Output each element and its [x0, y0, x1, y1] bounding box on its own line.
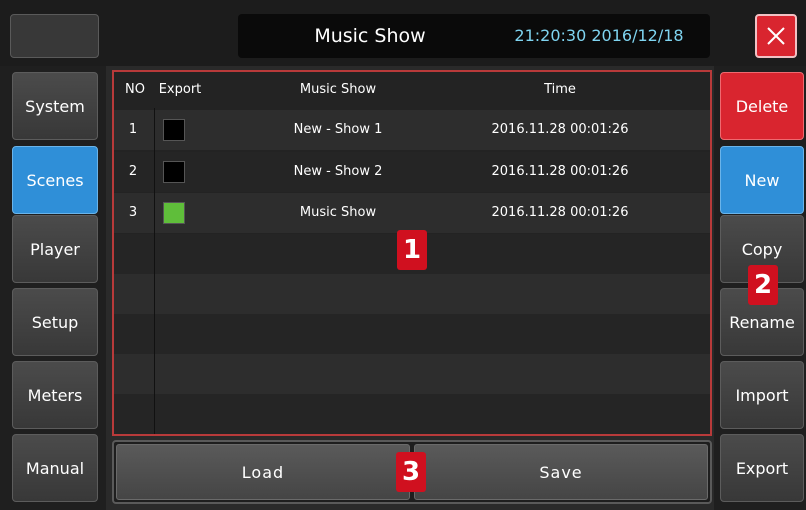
nav-label: Meters	[27, 385, 83, 405]
new-button[interactable]: New	[720, 146, 804, 214]
nav-manual[interactable]: Manual	[12, 434, 98, 502]
table-row-empty[interactable]	[114, 274, 710, 314]
action-label: Delete	[735, 96, 789, 116]
row-no: 2	[128, 164, 138, 179]
nav-system[interactable]: System	[12, 72, 98, 140]
close-button[interactable]	[755, 14, 797, 58]
close-icon	[767, 27, 785, 45]
action-label: Copy	[741, 239, 783, 259]
nav-label: System	[25, 96, 85, 116]
callout-badge-1: 1	[397, 230, 427, 270]
nav-label: Manual	[25, 458, 85, 478]
save-label: Save	[539, 462, 583, 482]
callout-badge-3: 3	[396, 452, 426, 492]
load-label: Load	[241, 462, 285, 482]
row-time: 2016.11.28 00:01:26	[491, 205, 629, 220]
column-header-no: NO	[125, 82, 145, 97]
page-title: Music Show	[314, 25, 426, 47]
column-header-time: Time	[544, 82, 576, 97]
nav-setup[interactable]: Setup	[12, 288, 98, 356]
action-label: Rename	[729, 312, 795, 332]
action-label: Export	[735, 458, 789, 478]
import-button[interactable]: Import	[720, 361, 804, 429]
action-label: New	[744, 170, 780, 190]
nav-label: Player	[30, 239, 80, 259]
action-label: Import	[735, 385, 789, 405]
callout-badge-2: 2	[748, 265, 778, 305]
nav-player[interactable]: Player	[12, 215, 98, 283]
table-row-empty[interactable]	[114, 314, 710, 354]
column-divider	[154, 108, 155, 434]
delete-button[interactable]: Delete	[720, 72, 804, 140]
row-no: 3	[128, 205, 138, 220]
export-indicator[interactable]	[163, 119, 185, 141]
export-button[interactable]: Export	[720, 434, 804, 502]
row-name: Music Show	[299, 205, 377, 220]
nav-meters[interactable]: Meters	[12, 361, 98, 429]
table-row-empty[interactable]	[114, 354, 710, 394]
row-time: 2016.11.28 00:01:26	[491, 164, 629, 179]
row-time: 2016.11.28 00:01:26	[491, 122, 629, 137]
row-no: 1	[128, 122, 138, 137]
column-header-export: Export	[158, 82, 202, 97]
top-left-blank-button[interactable]	[10, 14, 99, 58]
row-name: New - Show 2	[293, 164, 383, 179]
nav-scenes[interactable]: Scenes	[12, 146, 98, 214]
nav-label: Scenes	[26, 170, 84, 190]
row-name: New - Show 1	[293, 122, 383, 137]
export-indicator[interactable]	[163, 161, 185, 183]
export-indicator[interactable]	[163, 202, 185, 224]
column-header-music-show: Music Show	[299, 82, 377, 97]
table-row-empty[interactable]	[114, 394, 710, 434]
save-button[interactable]: Save	[414, 444, 708, 500]
load-button[interactable]: Load	[116, 444, 410, 500]
clock-display: 21:20:30 2016/12/18	[514, 26, 684, 45]
nav-label: Setup	[31, 312, 79, 332]
